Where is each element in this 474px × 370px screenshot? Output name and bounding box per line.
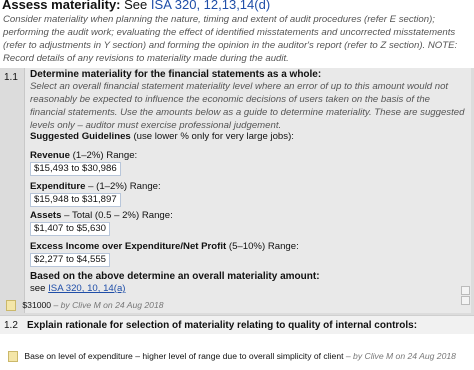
isa-reference-link[interactable]: ISA 320, 12,13,14(d)	[151, 0, 270, 12]
revenue-pct: (1–2%) Range:	[72, 150, 138, 161]
expenditure-pct: – (1–2%) Range:	[88, 181, 161, 192]
overall-see-row: see ISA 320, 10, 14(a)	[30, 283, 125, 294]
expenditure-range: $15,948 to $31,897	[30, 193, 121, 207]
scroll-up-icon[interactable]	[461, 286, 470, 295]
section-number: 1.1	[4, 72, 18, 83]
section-1-2-header: 1.2 Explain rationale for selection of m…	[0, 315, 474, 334]
intro-text: Consider materiality when planning the n…	[3, 14, 458, 64]
expenditure-range-field: $15,948 to $31,897	[30, 193, 121, 207]
revenue-label: Revenue	[30, 150, 70, 161]
excess-range-field: $2,277 to $4,555	[30, 253, 111, 267]
revenue-range: $15,493 to $30,986	[30, 162, 121, 176]
see-label: See	[124, 0, 148, 12]
expenditure-row: Expenditure – (1–2%) Range:	[30, 181, 161, 192]
assets-label: Assets	[30, 210, 62, 221]
revenue-range-field: $15,493 to $30,986	[30, 162, 121, 176]
section-1-1: 1.1 Determine materiality for the financ…	[0, 68, 474, 315]
section-1-2: 1.2 Explain rationale for selection of m…	[0, 315, 474, 370]
materiality-answer[interactable]: $31000	[22, 300, 51, 310]
answer-author: – by Clive M on 24 Aug 2018	[53, 300, 164, 310]
guidelines-note: (use lower % only for very large jobs):	[133, 131, 294, 142]
page-title-text: Assess materiality:	[2, 0, 121, 12]
materiality-answer-row: $31000 – by Clive M on 24 Aug 2018	[6, 300, 164, 312]
excess-row: Excess Income over Expenditure/Net Profi…	[30, 241, 299, 252]
excess-range: $2,277 to $4,555	[30, 253, 111, 267]
comment-author: – by Clive M on 24 Aug 2018	[345, 351, 456, 361]
rationale-comment[interactable]: Base on level of expenditure – higher le…	[24, 351, 343, 361]
section-number: 1.2	[4, 320, 18, 331]
rationale-comment-row: Base on level of expenditure – higher le…	[8, 351, 456, 363]
assets-range: $1,407 to $5,630	[30, 222, 111, 236]
note-icon	[8, 351, 18, 363]
section-heading: Explain rationale for selection of mater…	[27, 320, 418, 331]
section-1-1-panel: Determine materiality for the financial …	[24, 68, 471, 313]
page-title: Assess materiality: See ISA 320, 12,13,1…	[2, 0, 270, 12]
overall-materiality-label: Based on the above determine an overall …	[30, 271, 320, 282]
assets-range-field: $1,407 to $5,630	[30, 222, 111, 236]
assets-pct: – Total (0.5 – 2%) Range:	[64, 210, 173, 221]
note-icon	[6, 300, 16, 312]
expenditure-label: Expenditure	[30, 181, 86, 192]
guidelines-heading: Suggested Guidelines (use lower % only f…	[30, 131, 294, 142]
assets-row: Assets – Total (0.5 – 2%) Range:	[30, 210, 173, 221]
see-label-2: see	[30, 283, 46, 294]
excess-label: Excess Income over Expenditure/Net Profi…	[30, 241, 227, 252]
excess-pct: (5–10%) Range:	[228, 241, 299, 252]
isa-320-link[interactable]: ISA 320, 10, 14(a)	[48, 283, 125, 294]
section-explanation: Select an overall financial statement ma…	[30, 81, 465, 131]
guidelines-label: Suggested Guidelines	[30, 131, 131, 142]
revenue-row: Revenue (1–2%) Range:	[30, 150, 137, 161]
section-heading: Determine materiality for the financial …	[30, 69, 322, 80]
scroll-down-icon[interactable]	[461, 296, 470, 305]
